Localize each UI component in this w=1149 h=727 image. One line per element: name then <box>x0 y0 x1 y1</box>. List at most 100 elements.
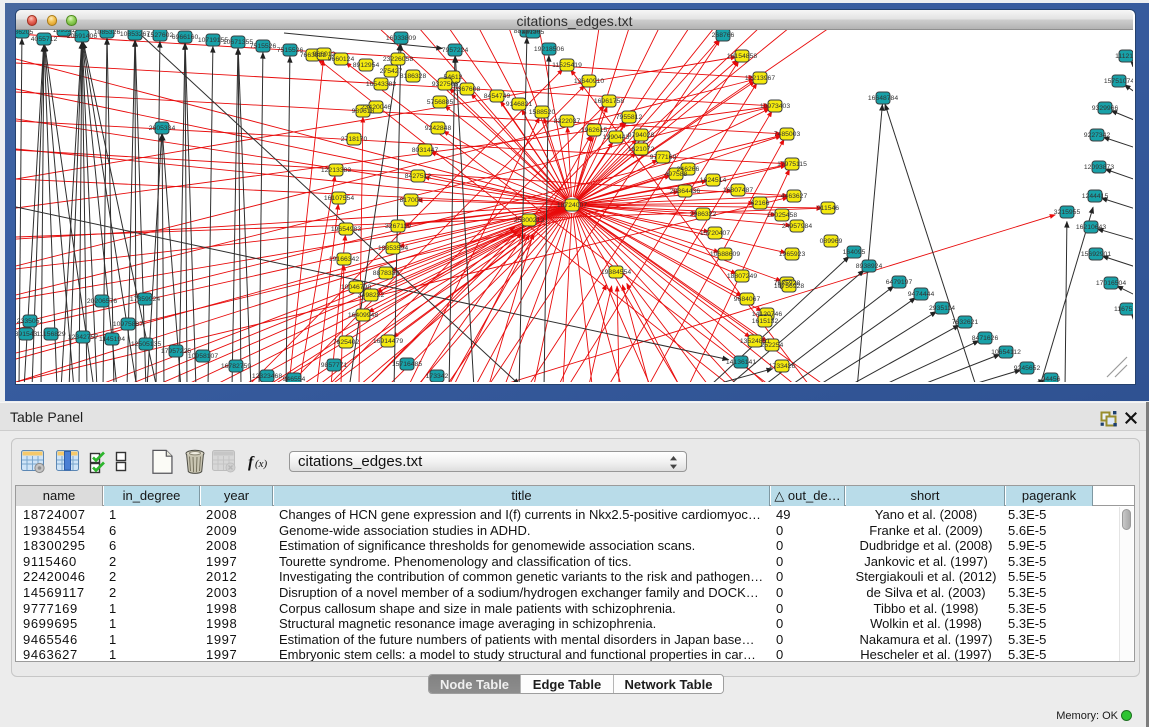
svg-text:3267110: 3267110 <box>385 223 411 230</box>
svg-text:14120746: 14120746 <box>752 311 782 318</box>
svg-text:17016504: 17016504 <box>1096 280 1126 287</box>
svg-text:391543: 391543 <box>16 331 38 338</box>
svg-text:12505135: 12505135 <box>131 341 161 348</box>
svg-text:16648784: 16648784 <box>868 95 898 102</box>
svg-text:3498222: 3498222 <box>358 292 385 299</box>
svg-text:6966160: 6966160 <box>172 34 199 41</box>
svg-text:1085326: 1085326 <box>94 30 121 36</box>
svg-text:19166342: 19166342 <box>329 256 359 263</box>
svg-text:268766: 268766 <box>712 32 735 39</box>
svg-text:10973403: 10973403 <box>760 103 790 110</box>
svg-text:15720407: 15720407 <box>700 230 730 237</box>
svg-text:16033809: 16033809 <box>386 35 416 42</box>
svg-text:19384554: 19384554 <box>601 269 631 276</box>
svg-text:10654112: 10654112 <box>991 349 1021 356</box>
svg-text:16210643: 16210643 <box>1076 224 1106 231</box>
svg-text:9777169: 9777169 <box>650 154 677 161</box>
svg-text:7955812: 7955812 <box>616 114 643 121</box>
svg-text:9794028: 9794028 <box>628 132 655 139</box>
svg-text:10756928: 10756928 <box>774 283 804 290</box>
svg-text:12093873: 12093873 <box>1084 164 1114 171</box>
svg-text:2986322: 2986322 <box>690 211 717 218</box>
svg-text:8031447: 8031447 <box>412 147 439 154</box>
svg-text:9660124: 9660124 <box>328 56 355 63</box>
svg-text:252254: 252254 <box>761 342 784 349</box>
svg-text:2935114: 2935114 <box>929 305 955 312</box>
svg-text:2367608: 2367608 <box>454 86 481 93</box>
svg-text:1615132: 1615132 <box>752 318 779 325</box>
svg-text:7625402: 7625402 <box>333 339 360 346</box>
svg-text:13640910: 13640910 <box>574 78 604 85</box>
svg-text:497588: 497588 <box>665 171 688 178</box>
svg-text:881305: 881305 <box>522 30 545 36</box>
svg-text:8322037: 8322037 <box>554 118 581 125</box>
svg-text:2718170: 2718170 <box>341 136 368 143</box>
svg-text:62166: 62166 <box>751 200 770 207</box>
svg-text:911546: 911546 <box>817 205 839 212</box>
svg-text:10671355: 10671355 <box>223 39 253 46</box>
svg-text:10975887: 10975887 <box>113 321 143 328</box>
svg-text:9227342: 9227342 <box>1084 132 1111 139</box>
svg-text:14136141: 14136141 <box>726 359 756 366</box>
svg-text:15716485: 15716485 <box>392 361 422 368</box>
svg-text:7515526: 7515526 <box>250 43 277 50</box>
svg-text:16782759: 16782759 <box>221 363 251 370</box>
svg-text:15751074: 15751074 <box>1104 78 1133 85</box>
svg-text:20206576: 20206576 <box>87 298 117 305</box>
svg-text:9245652: 9245652 <box>1014 365 1041 372</box>
svg-text:2335051: 2335051 <box>17 318 44 325</box>
svg-text:9329966: 9329966 <box>1092 105 1119 112</box>
svg-text:9474444: 9474444 <box>908 291 935 298</box>
svg-text:18353594: 18353594 <box>378 245 408 252</box>
svg-text:173342: 173342 <box>426 373 449 380</box>
svg-text:7957224: 7957224 <box>442 47 469 54</box>
svg-text:1167533: 1167533 <box>1114 306 1133 313</box>
svg-text:1588520: 1588520 <box>529 109 556 116</box>
svg-text:1244415: 1244415 <box>1082 193 1109 200</box>
svg-text:19654983: 19654983 <box>331 226 361 233</box>
svg-text:(x): (x) <box>255 458 268 470</box>
svg-text:12213383: 12213383 <box>321 167 351 174</box>
svg-text:10958107: 10958107 <box>188 353 218 360</box>
svg-text:10025458: 10025458 <box>767 212 797 219</box>
svg-text:9242848: 9242848 <box>425 125 452 132</box>
svg-text:23226058: 23226058 <box>383 56 413 63</box>
svg-text:1733426: 1733426 <box>769 363 796 370</box>
svg-text:6479197: 6479197 <box>886 279 913 286</box>
svg-text:8454749: 8454749 <box>484 93 511 100</box>
svg-text:8912954: 8912954 <box>353 62 380 69</box>
svg-text:5756885: 5756885 <box>427 99 454 106</box>
svg-text:7485003: 7485003 <box>774 131 801 138</box>
svg-text:16914479: 16914479 <box>373 338 403 345</box>
svg-text:3215955: 3215955 <box>1054 209 1081 216</box>
svg-text:10046798: 10046798 <box>341 284 371 291</box>
svg-text:1965923: 1965923 <box>779 251 806 258</box>
svg-text:16543382: 16543382 <box>366 81 396 88</box>
svg-text:19218506: 19218506 <box>534 46 564 53</box>
svg-text:17359924: 17359924 <box>130 296 160 303</box>
svg-text:17975115: 17975115 <box>777 161 807 168</box>
svg-text:111213: 111213 <box>1115 53 1133 60</box>
svg-text:20691406: 20691406 <box>67 33 97 40</box>
svg-text:24957984: 24957984 <box>782 223 812 230</box>
svg-text:f: f <box>248 454 255 471</box>
svg-text:8471626: 8471626 <box>972 335 999 342</box>
svg-text:15692901: 15692901 <box>1081 251 1111 258</box>
svg-text:2605334: 2605334 <box>149 125 176 132</box>
svg-text:12323468: 12323468 <box>252 373 282 380</box>
svg-text:16107554: 16107554 <box>324 195 354 202</box>
svg-text:16154858: 16154858 <box>727 53 757 60</box>
svg-text:10853267: 10853267 <box>120 31 150 38</box>
svg-text:8878332: 8878332 <box>373 270 400 277</box>
svg-text:4055712: 4055712 <box>31 36 58 43</box>
svg-text:1145194: 1145194 <box>99 336 125 343</box>
svg-text:16409948: 16409948 <box>348 312 378 319</box>
svg-text:12342757: 12342757 <box>68 334 98 341</box>
svg-text:7632621: 7632621 <box>952 319 979 326</box>
svg-text:9684067: 9684067 <box>734 296 761 303</box>
svg-text:11156829: 11156829 <box>36 331 65 338</box>
svg-text:1527602: 1527602 <box>147 32 174 39</box>
svg-text:54612: 54612 <box>444 74 463 81</box>
svg-text:16961758: 16961758 <box>594 98 624 105</box>
svg-text:9146821: 9146821 <box>506 101 533 108</box>
